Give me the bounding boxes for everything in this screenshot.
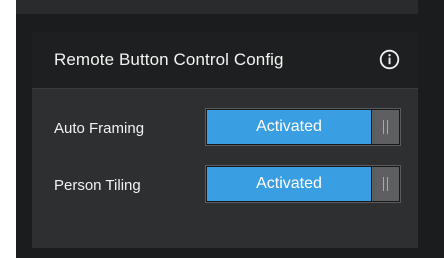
setting-row-person-tiling: Person Tiling Activated <box>32 165 418 205</box>
panel-header: Remote Button Control Config <box>32 32 418 89</box>
info-icon[interactable] <box>379 49 400 70</box>
top-section-edge <box>16 0 418 14</box>
grip-line <box>387 120 388 134</box>
person-tiling-state: Activated <box>207 167 371 201</box>
remote-button-control-panel: Remote Button Control Config Auto Framin… <box>32 32 418 248</box>
person-tiling-label: Person Tiling <box>54 177 141 194</box>
grip-line <box>383 120 384 134</box>
setting-row-auto-framing: Auto Framing Activated <box>32 108 418 148</box>
grip-line <box>387 177 388 191</box>
person-tiling-toggle[interactable]: Activated <box>205 165 401 203</box>
auto-framing-label: Auto Framing <box>54 120 145 137</box>
toggle-handle[interactable] <box>372 167 399 201</box>
toggle-handle[interactable] <box>372 110 399 144</box>
auto-framing-state: Activated <box>207 110 371 144</box>
auto-framing-toggle[interactable]: Activated <box>205 108 401 146</box>
panel-title: Remote Button Control Config <box>54 50 284 69</box>
grip-line <box>383 177 384 191</box>
